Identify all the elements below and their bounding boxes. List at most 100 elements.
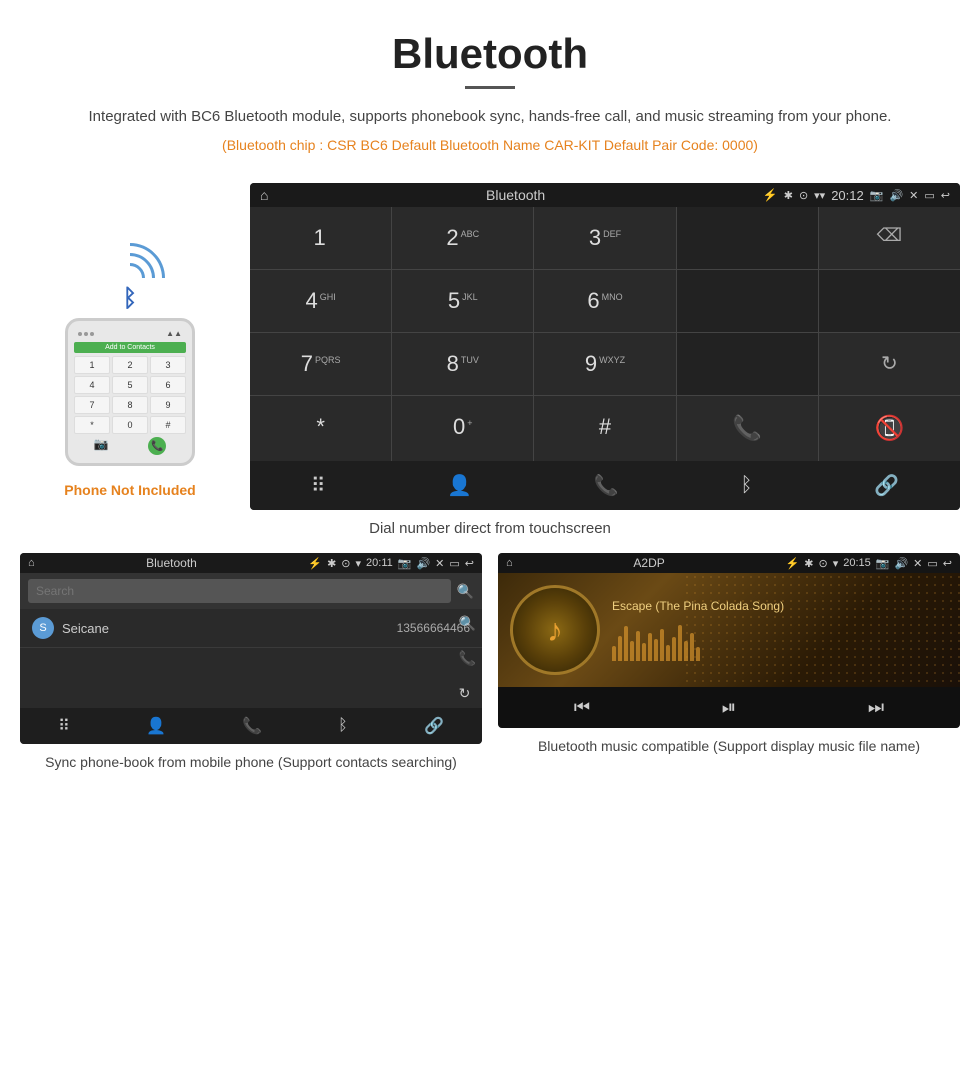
music-screen-block: ⌂ A2DP ⚡ ✱ ⊙ ▾ 20:15 📷 🔊 ✕ ▭ ↩ ♪	[498, 553, 960, 773]
phone-call-button[interactable]: 📞	[148, 437, 166, 455]
phone-key-3: 3	[150, 356, 186, 374]
dialpad-key-3[interactable]: 3DEF	[534, 207, 675, 269]
home-icon[interactable]: ⌂	[260, 187, 268, 203]
dialpad-empty-1	[677, 207, 818, 269]
contacts-wifi-icon: ▾	[356, 557, 362, 570]
music-album-art: ♪	[510, 585, 600, 675]
page-description: Integrated with BC6 Bluetooth module, su…	[40, 105, 940, 129]
music-bt-icon: ✱	[804, 557, 813, 570]
gps-icon: ⊙	[799, 189, 808, 202]
dialpad-key-hash[interactable]: #	[534, 396, 675, 461]
music-close-icon[interactable]: ✕	[913, 557, 922, 570]
phone-key-1: 1	[74, 356, 110, 374]
contacts-screen-icon: ▭	[449, 557, 459, 570]
music-status-bar: ⌂ A2DP ⚡ ✱ ⊙ ▾ 20:15 📷 🔊 ✕ ▭ ↩	[498, 553, 960, 573]
eq-bar-1	[612, 646, 616, 661]
contact-initial: S	[32, 617, 54, 639]
phone-dot	[78, 332, 82, 336]
contacts-nav-phone[interactable]: 📞	[242, 716, 262, 736]
music-wifi-icon: ▾	[833, 557, 839, 570]
contacts-camera-icon: 📷	[398, 557, 412, 570]
contacts-back-icon[interactable]: ↩	[465, 557, 474, 570]
music-usb-icon: ⚡	[786, 557, 800, 570]
music-controls: ⏮ ⏯ ⏭	[498, 687, 960, 728]
search-icon[interactable]: 🔍	[457, 583, 474, 600]
dialpad-key-4[interactable]: 4GHI	[250, 270, 391, 332]
phone-key-9: 9	[150, 396, 186, 414]
car-dialpad-screen: ⌂ Bluetooth ⚡ ✱ ⊙ ▾▾ 20:12 📷 🔊 ✕ ▭ ↩ 1 2…	[250, 183, 960, 510]
eq-bar-6	[642, 643, 646, 661]
dialpad-backspace-button[interactable]: ⌫	[819, 207, 960, 269]
phone-top-bar: ▲▲	[74, 329, 186, 338]
contacts-home-icon[interactable]: ⌂	[28, 557, 35, 569]
phone-wifi-icon: ▲▲	[166, 329, 182, 338]
phone-dots	[78, 332, 94, 336]
camera-icon: 📷	[870, 189, 884, 202]
bluetooth-status-icon: ✱	[784, 189, 793, 202]
contacts-search-row: 🔍	[20, 573, 482, 609]
contacts-list: S Seicane 13566664466	[20, 609, 482, 708]
music-gps-icon: ⊙	[818, 557, 827, 570]
music-back-icon[interactable]: ↩	[943, 557, 952, 570]
dialpad-refresh-button[interactable]: ↻	[819, 333, 960, 395]
contacts-bottom-nav: ⠿ 👤 📞 ᛒ 🔗	[20, 708, 482, 744]
car-nav-bluetooth-button[interactable]: ᛒ	[740, 474, 752, 497]
music-dots-pattern	[683, 573, 960, 687]
music-note-icon: ♪	[547, 612, 563, 649]
prev-button[interactable]: ⏮	[574, 697, 590, 718]
contacts-nav-link[interactable]: 🔗	[424, 716, 444, 736]
car-nav-dialpad-button[interactable]: ⠿	[311, 473, 326, 498]
screen-icon: ▭	[924, 189, 934, 202]
dialpad-key-5[interactable]: 5JKL	[392, 270, 533, 332]
phone-bottom-row: 📷 📞	[74, 437, 186, 455]
dialpad-key-9[interactable]: 9WXYZ	[534, 333, 675, 395]
car-nav-link-button[interactable]: 🔗	[874, 473, 899, 498]
dialpad-key-8[interactable]: 8TUV	[392, 333, 533, 395]
contacts-screen: ⌂ Bluetooth ⚡ ✱ ⊙ ▾ 20:11 📷 🔊 ✕ ▭ ↩ 🔍	[20, 553, 482, 744]
music-home-icon[interactable]: ⌂	[506, 557, 513, 569]
car-nav-phone-button[interactable]: 📞	[594, 473, 619, 498]
next-button[interactable]: ⏭	[868, 697, 884, 718]
dialpad-key-6[interactable]: 6MNO	[534, 270, 675, 332]
contacts-status-bar: ⌂ Bluetooth ⚡ ✱ ⊙ ▾ 20:11 📷 🔊 ✕ ▭ ↩	[20, 553, 482, 573]
contacts-inner: 🔍 S Seicane 13566664466 🔍 📞	[20, 573, 482, 708]
music-content-wrapper: ♪ Escape (The Pina Colada Song)	[498, 573, 960, 687]
dialpad-key-2[interactable]: 2ABC	[392, 207, 533, 269]
contacts-nav-dialpad[interactable]: ⠿	[58, 716, 70, 736]
dialpad-key-star[interactable]: *	[250, 396, 391, 461]
play-pause-button[interactable]: ⏯	[722, 697, 736, 718]
contacts-screen-block: ⌂ Bluetooth ⚡ ✱ ⊙ ▾ 20:11 📷 🔊 ✕ ▭ ↩ 🔍	[20, 553, 482, 773]
close-icon[interactable]: ✕	[909, 189, 918, 202]
phone-mockup: ▲▲ Add to Contacts 1 2 3 4 5 6 7 8 9 * 0…	[65, 318, 195, 466]
car-nav-contacts-button[interactable]: 👤	[447, 473, 472, 498]
contacts-refresh-side-icon[interactable]: ↻	[459, 685, 476, 702]
phone-container: ᛒ ▲▲ Add to Contacts 1 2 3 4 5 6 7 8	[20, 183, 240, 498]
contacts-nav-bt[interactable]: ᛒ	[338, 717, 348, 735]
contacts-search-input[interactable]	[28, 579, 451, 603]
contacts-search-side-icon[interactable]: 🔍	[459, 615, 476, 632]
bluetooth-waves-icon: ᛒ	[90, 243, 170, 313]
volume-icon: 🔊	[889, 189, 903, 202]
contacts-nav-person[interactable]: 👤	[146, 716, 166, 736]
phone-add-contacts-bar: Add to Contacts	[74, 342, 186, 353]
dialpad-end-call-button[interactable]: 📵	[819, 396, 960, 461]
contacts-caption-text: Sync phone-book from mobile phone (Suppo…	[45, 754, 457, 770]
phone-dot	[84, 332, 88, 336]
music-time: 20:15	[843, 557, 871, 569]
eq-bar-10	[666, 645, 670, 661]
dialpad-key-1[interactable]: 1	[250, 207, 391, 269]
contact-row[interactable]: S Seicane 13566664466	[20, 609, 482, 648]
contacts-close-icon[interactable]: ✕	[435, 557, 444, 570]
dialpad-key-0[interactable]: 0+	[392, 396, 533, 461]
back-icon[interactable]: ↩	[941, 189, 950, 202]
dialpad-call-button[interactable]: 📞	[677, 396, 818, 461]
contacts-list-wrapper: S Seicane 13566664466 🔍 📞 ↻	[20, 609, 482, 708]
contacts-phone-side-icon[interactable]: 📞	[459, 650, 476, 667]
eq-bar-2	[618, 636, 622, 661]
music-caption-text: Bluetooth music compatible (Support disp…	[538, 738, 920, 754]
dialpad-key-7[interactable]: 7PQRS	[250, 333, 391, 395]
phone-not-included-label: Phone Not Included	[64, 482, 195, 498]
phone-key-0: 0	[112, 416, 148, 434]
bluetooth-center-icon: ᛒ	[123, 285, 137, 313]
contact-name: Seicane	[62, 621, 397, 636]
